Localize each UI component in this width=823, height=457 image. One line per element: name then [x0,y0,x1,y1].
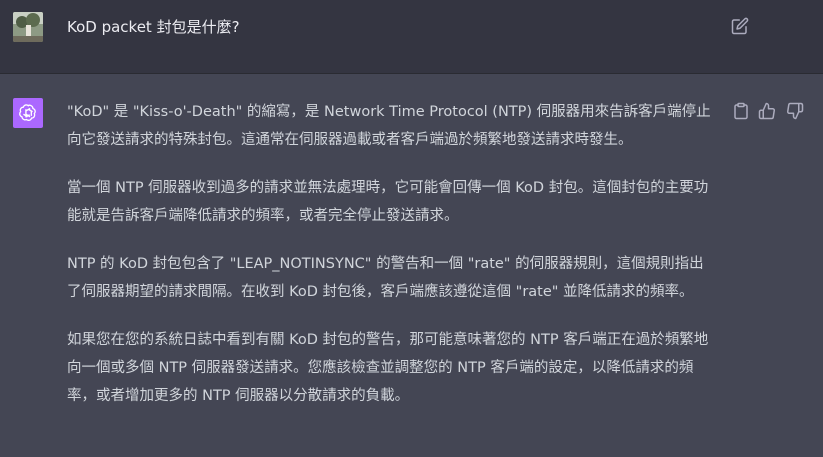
openai-logo-icon [13,98,43,128]
assistant-message-row: "KoD" 是 "Kiss-o'-Death" 的縮寫，是 Network Ti… [0,74,823,457]
answer-paragraph: "KoD" 是 "Kiss-o'-Death" 的縮寫，是 Network Ti… [67,104,711,148]
edit-icon[interactable] [731,17,749,35]
answer-paragraph: 當一個 NTP 伺服器收到過多的請求並無法處理時，它可能會回傳一個 KoD 封包… [67,180,709,224]
answer-paragraph: NTP 的 KoD 封包包含了 "LEAP_NOTINSYNC" 的警告和一個 … [67,256,704,300]
user-message-row: KoD packet 封包是什麼? [0,0,823,74]
thumbs-down-icon[interactable] [786,102,804,120]
user-message-text: KoD packet 封包是什麼? [67,18,240,36]
thumbs-up-icon[interactable] [758,102,776,120]
user-photo-icon [13,12,43,42]
assistant-answer: "KoD" 是 "Kiss-o'-Death" 的縮寫，是 Network Ti… [67,98,717,430]
answer-paragraph: 如果您在您的系統日誌中看到有關 KoD 封包的警告，那可能意味著您的 NTP 客… [67,332,709,404]
copy-icon[interactable] [732,102,750,120]
